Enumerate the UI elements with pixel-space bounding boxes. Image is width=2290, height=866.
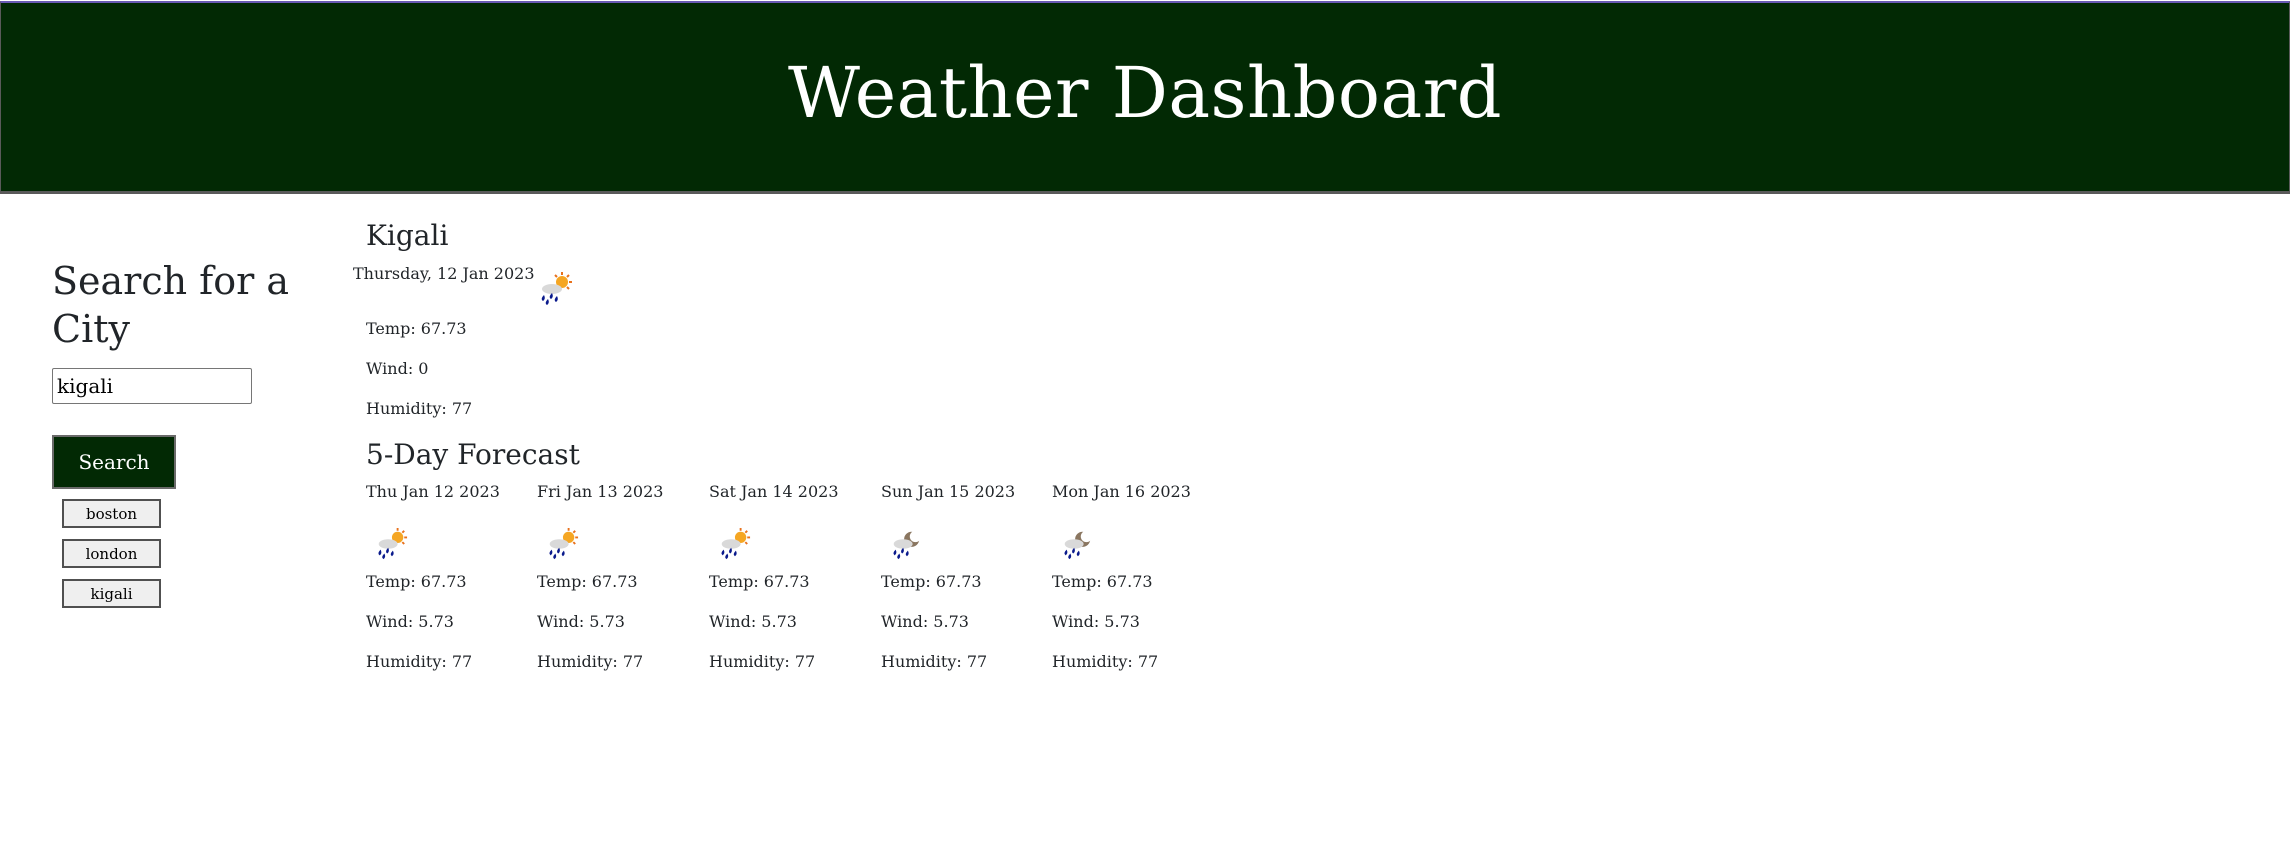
forecast-wind: Wind: 5.73 — [537, 612, 625, 631]
rain-moon-icon — [1058, 527, 1096, 565]
search-history: boston london kigali — [62, 499, 312, 608]
forecast-wind: Wind: 5.73 — [366, 612, 454, 631]
page-header: Weather Dashboard — [0, 1, 2290, 194]
forecast-date: Mon Jan 16 2023 — [1052, 482, 1191, 501]
forecast-date: Sun Jan 15 2023 — [881, 482, 1016, 501]
rain-sun-icon — [372, 527, 410, 565]
forecast-date: Fri Jan 13 2023 — [537, 482, 664, 501]
current-humidity: Humidity: 77 — [366, 399, 473, 418]
forecast-wind: Wind: 5.73 — [709, 612, 797, 631]
page-title: Weather Dashboard — [787, 52, 1503, 134]
rain-sun-icon — [535, 269, 575, 313]
forecast-temp: Temp: 67.73 — [366, 572, 467, 591]
current-city-name: Kigali — [366, 219, 449, 252]
forecast-humidity: Humidity: 77 — [881, 652, 988, 671]
rain-moon-icon — [887, 527, 925, 565]
forecast-wind: Wind: 5.73 — [1052, 612, 1140, 631]
rain-sun-icon — [715, 527, 753, 565]
forecast-humidity: Humidity: 77 — [1052, 652, 1159, 671]
forecast-humidity: Humidity: 77 — [709, 652, 816, 671]
search-sidebar: Search for a City Search boston london k… — [52, 257, 312, 619]
rain-sun-icon — [543, 527, 581, 565]
current-stats: Temp: 67.73 Wind: 0 Humidity: 77 — [366, 319, 472, 439]
forecast-temp: Temp: 67.73 — [881, 572, 982, 591]
forecast-temp: Temp: 67.73 — [709, 572, 810, 591]
forecast-date: Thu Jan 12 2023 — [366, 482, 500, 501]
history-button-kigali[interactable]: kigali — [62, 579, 161, 608]
search-heading: Search for a City — [52, 259, 290, 351]
forecast-humidity: Humidity: 77 — [366, 652, 473, 671]
history-button-boston[interactable]: boston — [62, 499, 161, 528]
forecast-temp: Temp: 67.73 — [537, 572, 638, 591]
search-button[interactable]: Search — [52, 435, 176, 489]
forecast-wind: Wind: 5.73 — [881, 612, 969, 631]
forecast-temp: Temp: 67.73 — [1052, 572, 1153, 591]
history-button-london[interactable]: london — [62, 539, 161, 568]
city-search-input[interactable] — [52, 368, 252, 404]
current-temp: Temp: 67.73 — [366, 319, 467, 338]
forecast-humidity: Humidity: 77 — [537, 652, 644, 671]
current-date: Thursday, 12 Jan 2023 — [353, 264, 535, 283]
current-wind: Wind: 0 — [366, 359, 429, 378]
forecast-date: Sat Jan 14 2023 — [709, 482, 839, 501]
forecast-title: 5-Day Forecast — [366, 438, 580, 471]
